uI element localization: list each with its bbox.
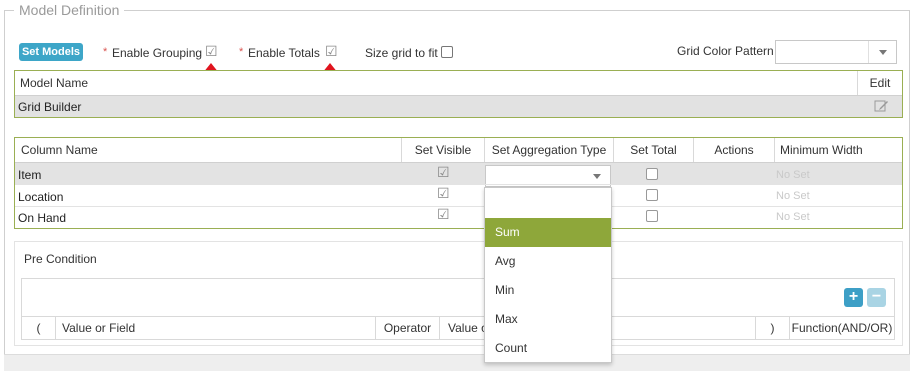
set-total-checkbox[interactable]	[646, 189, 658, 201]
column-name-cell: Location	[18, 190, 64, 204]
model-table: Model Name Edit Grid Builder	[14, 70, 903, 118]
required-mark: *	[239, 46, 244, 58]
function-header: Function(AND/OR)	[791, 321, 893, 335]
enable-totals-checkbox[interactable]: ☑	[325, 44, 338, 58]
select-toggle[interactable]	[583, 166, 610, 186]
required-mark: *	[103, 46, 108, 58]
actions-header: Actions	[694, 138, 775, 162]
model-name-header: Model Name	[15, 71, 858, 95]
enable-totals-label: Enable Totals	[248, 46, 320, 60]
min-width-cell: No Set	[776, 169, 810, 181]
pre-condition-title: Pre Condition	[24, 252, 97, 266]
size-grid-label: Size grid to fit	[365, 46, 438, 60]
size-grid-checkbox[interactable]	[441, 46, 453, 58]
pre-condition-table: + − ( Value or Field Operator Value o ) …	[21, 278, 895, 340]
model-name-cell: Grid Builder	[18, 100, 82, 114]
dropdown-option-max[interactable]: Max	[485, 305, 611, 334]
chevron-down-icon	[879, 50, 887, 55]
section-legend: Model Definition	[14, 2, 125, 18]
grid-color-pattern-label: Grid Color Pattern	[677, 44, 774, 58]
enable-grouping-label: Enable Grouping	[112, 46, 203, 60]
aggregation-type-dropdown: Sum Avg Min Max Count	[484, 187, 612, 363]
operator-header: Operator	[376, 317, 440, 340]
chevron-down-icon	[593, 174, 601, 179]
set-total-checkbox[interactable]	[646, 210, 658, 222]
column-name-cell: Item	[18, 168, 42, 182]
set-visible-checkbox[interactable]: ☑	[437, 165, 450, 179]
min-width-cell: No Set	[776, 211, 810, 223]
dropdown-option-avg[interactable]: Avg	[485, 247, 611, 276]
set-visible-header: Set Visible	[402, 138, 485, 162]
pre-condition-header-row: ( Value or Field Operator Value o ) Func…	[22, 316, 894, 340]
dropdown-option-sum[interactable]: Sum	[485, 218, 611, 247]
column-name-header: Column Name	[15, 138, 402, 162]
enable-grouping-checkbox[interactable]: ☑	[205, 44, 218, 58]
set-models-button[interactable]: Set Models	[19, 43, 83, 61]
table-row[interactable]: On Hand ☑ No Set	[15, 207, 902, 228]
table-row[interactable]: Location ☑ No Set	[15, 185, 902, 206]
open-paren-header: (	[22, 317, 56, 340]
columns-table: Column Name Set Visible Set Aggregation …	[14, 137, 903, 229]
edit-icon[interactable]	[874, 99, 889, 113]
column-name-cell: On Hand	[18, 211, 67, 225]
set-visible-checkbox[interactable]: ☑	[437, 186, 450, 200]
table-row[interactable]: Item ☑ No Set	[15, 162, 902, 187]
set-total-header: Set Total	[614, 138, 694, 162]
set-total-checkbox[interactable]	[646, 168, 658, 180]
min-width-cell: No Set	[776, 190, 810, 202]
fieldset-footer-bar	[4, 354, 910, 371]
table-row[interactable]: Grid Builder	[15, 95, 902, 117]
grid-color-pattern-select[interactable]	[775, 40, 897, 64]
pre-condition-panel: Pre Condition + − ( Value or Field Opera…	[14, 241, 903, 346]
value-or-field-header: Value or Field	[56, 317, 376, 340]
plus-icon[interactable]: +	[844, 288, 863, 307]
close-paren-header: )	[756, 317, 790, 340]
minus-icon[interactable]: −	[867, 288, 886, 307]
dropdown-option-count[interactable]: Count	[485, 334, 611, 363]
dropdown-option-min[interactable]: Min	[485, 276, 611, 305]
edit-header: Edit	[869, 76, 891, 90]
minimum-width-header: Minimum Width	[780, 143, 863, 157]
select-toggle[interactable]	[868, 41, 896, 63]
dropdown-option-empty[interactable]	[485, 189, 611, 218]
set-aggregation-type-header: Set Aggregation Type	[485, 138, 614, 162]
set-visible-checkbox[interactable]: ☑	[437, 207, 450, 221]
